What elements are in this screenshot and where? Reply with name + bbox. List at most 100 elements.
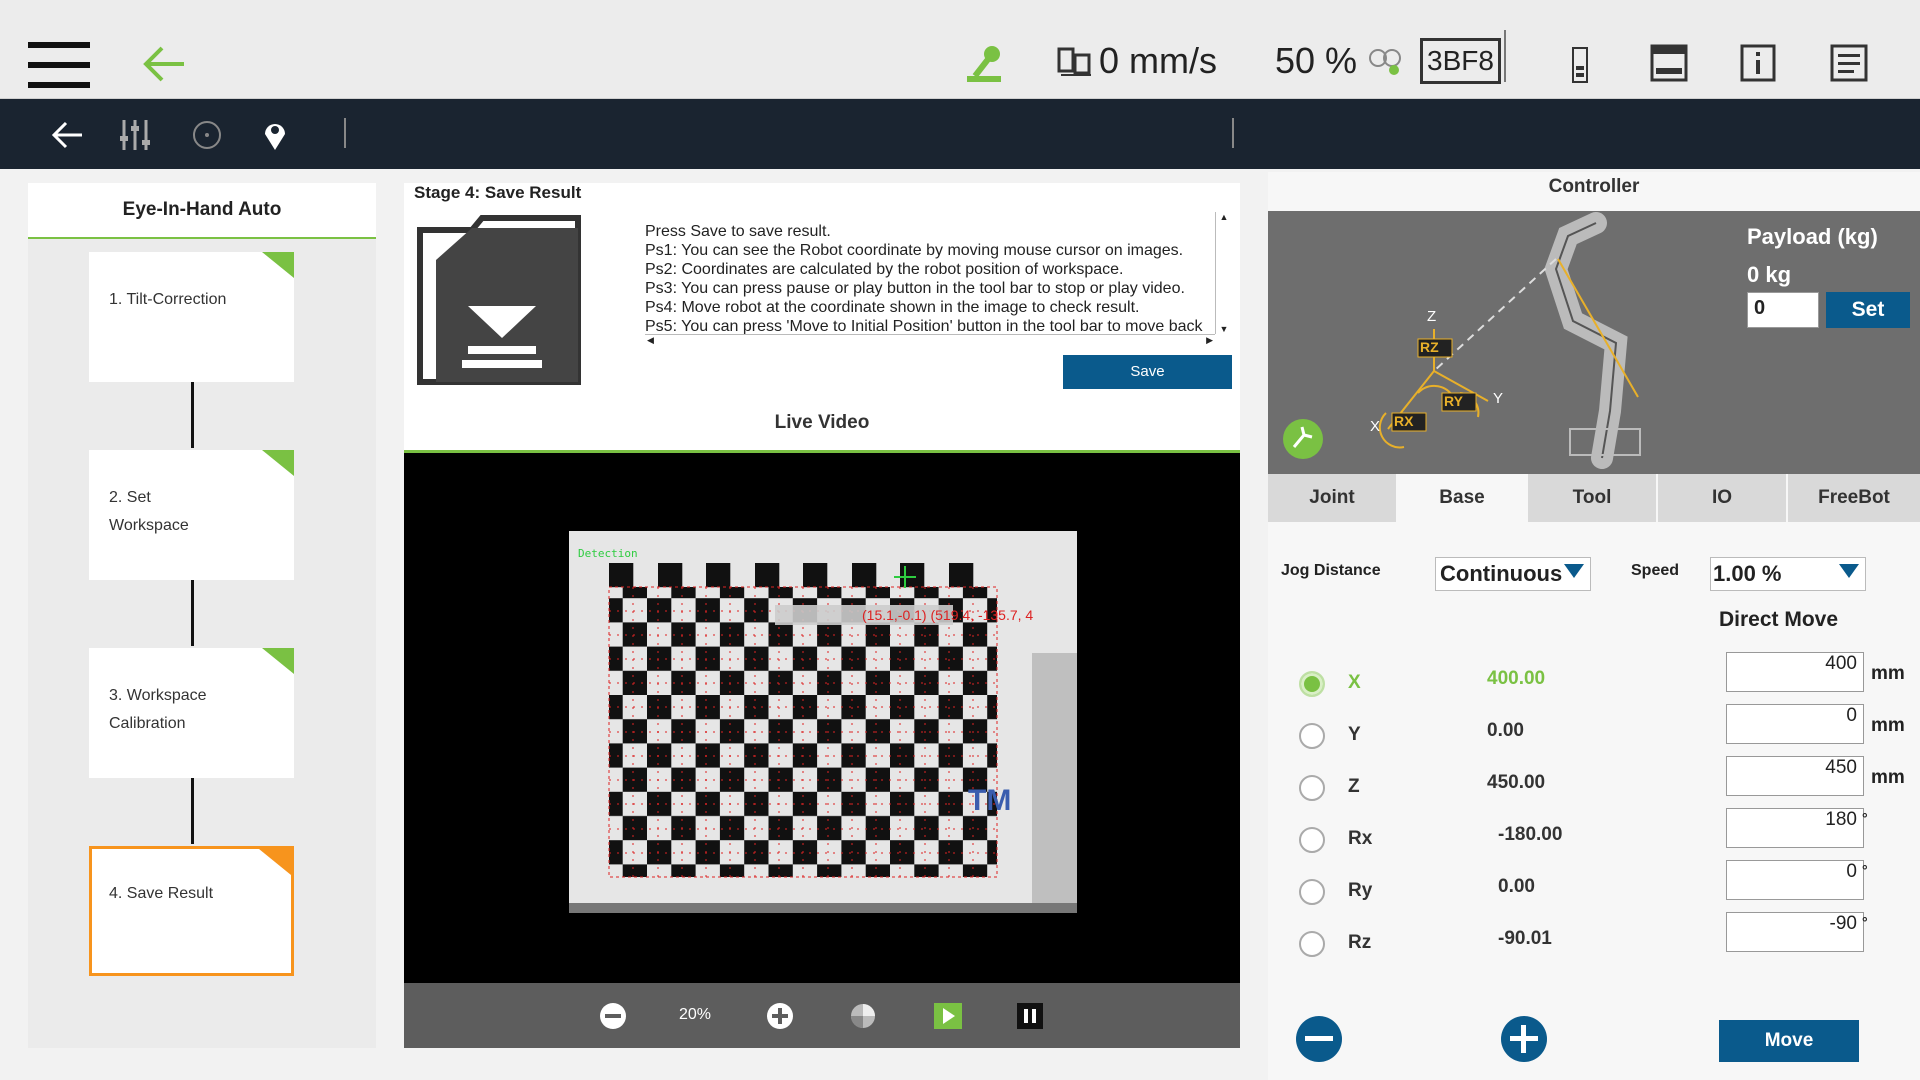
pause-icon[interactable] bbox=[1017, 1003, 1043, 1029]
robot-arm-status-icon[interactable] bbox=[965, 44, 1005, 84]
stage-connector bbox=[191, 580, 194, 646]
axis-radio-x[interactable] bbox=[1299, 671, 1325, 697]
tab-joint[interactable]: Joint bbox=[1268, 474, 1396, 522]
direct-move-input-y[interactable]: 0 bbox=[1726, 704, 1864, 744]
nav-divider bbox=[344, 118, 346, 148]
speed-percent[interactable]: 50 % bbox=[1275, 40, 1357, 82]
top-bar bbox=[0, 0, 1920, 99]
axis-label: Rz bbox=[1348, 932, 1372, 953]
stage-card-label: 1. Tilt-Correction bbox=[109, 291, 227, 308]
unit-label: ° bbox=[1862, 810, 1868, 826]
tab-io[interactable]: IO bbox=[1658, 474, 1786, 522]
dropdown-arrow-icon bbox=[1564, 564, 1584, 578]
info-icon[interactable] bbox=[1740, 44, 1776, 82]
live-video-view[interactable]: TM bbox=[404, 453, 1240, 983]
video-toolbar bbox=[404, 983, 1240, 1048]
instruction-line: Press Save to save result. bbox=[645, 223, 831, 240]
payload-label: Payload (kg) bbox=[1747, 224, 1878, 249]
jog-distance-value: Continuous bbox=[1440, 561, 1563, 586]
axis-label-x: X bbox=[1370, 418, 1381, 435]
instruction-line: Ps1: You can see the Robot coordinate by… bbox=[645, 242, 1184, 259]
stage-card-label: 2. Set Workspace bbox=[109, 489, 189, 534]
direct-move-label: Direct Move bbox=[1719, 608, 1839, 631]
stage-active-marker bbox=[259, 849, 291, 875]
battery-icon[interactable] bbox=[1570, 44, 1590, 84]
jog-distance-dropdown[interactable]: Continuous bbox=[1435, 557, 1591, 591]
axis-value: 400.00 bbox=[1487, 668, 1546, 689]
tab-freebot[interactable]: FreeBot bbox=[1788, 474, 1920, 522]
payload-set-button[interactable]: Set bbox=[1826, 292, 1910, 328]
instructions-vertical-scrollbar[interactable]: ▲ ▼ bbox=[1215, 212, 1232, 334]
jog-minus-icon[interactable] bbox=[1295, 1015, 1343, 1063]
dropdown-arrow-icon bbox=[1839, 564, 1859, 578]
direct-move-input-rz[interactable]: -90 bbox=[1726, 912, 1864, 952]
axis-radio-z[interactable] bbox=[1299, 775, 1325, 801]
calibration-board-image[interactable]: TM bbox=[404, 453, 1240, 983]
save-button[interactable]: Save bbox=[1063, 355, 1232, 389]
axis-radio-y[interactable] bbox=[1299, 723, 1325, 749]
axis-value: -90.01 bbox=[1498, 928, 1552, 949]
stage-complete-marker bbox=[262, 252, 294, 278]
nav-back-icon[interactable] bbox=[48, 116, 86, 154]
unit-label: mm bbox=[1871, 663, 1905, 684]
speed-adjust-icon[interactable] bbox=[1368, 46, 1404, 78]
axis-value: 0.00 bbox=[1487, 720, 1524, 741]
compass-icon[interactable] bbox=[188, 116, 226, 154]
scroll-down-arrow-icon[interactable]: ▼ bbox=[1216, 324, 1232, 334]
zoom-out-icon[interactable] bbox=[599, 1002, 627, 1030]
settings-sliders-icon[interactable] bbox=[116, 116, 154, 154]
zoom-in-icon[interactable] bbox=[766, 1002, 794, 1030]
display-icon[interactable] bbox=[1650, 44, 1688, 82]
instructions-text-box: Press Save to save result. Ps1: You can … bbox=[645, 212, 1230, 352]
stage-card-save-result[interactable]: 4. Save Result bbox=[89, 846, 294, 976]
payload-value: 0 kg bbox=[1747, 262, 1792, 287]
instruction-line: Ps3: You can press pause or play button … bbox=[645, 280, 1185, 297]
stage-card-tilt-correction[interactable]: 1. Tilt-Correction bbox=[89, 252, 294, 382]
axis-radio-rz[interactable] bbox=[1299, 931, 1325, 957]
robot-arm-illustration bbox=[1283, 212, 1641, 469]
axis-radio-ry[interactable] bbox=[1299, 879, 1325, 905]
axis-label: Rx bbox=[1348, 828, 1373, 849]
direct-move-input-x[interactable]: 400 bbox=[1726, 652, 1864, 692]
stage-card-set-workspace[interactable]: 2. Set Workspace bbox=[89, 450, 294, 580]
tm-logo: TM bbox=[968, 784, 1011, 817]
tab-base[interactable]: Base bbox=[1398, 474, 1526, 522]
instructions-horizontal-scrollbar[interactable]: ◀ ▶ bbox=[645, 334, 1215, 351]
jog-plus-icon[interactable] bbox=[1500, 1015, 1548, 1063]
axis-value: -180.00 bbox=[1498, 824, 1563, 845]
scroll-up-arrow-icon[interactable]: ▲ bbox=[1216, 212, 1232, 222]
direct-move-input-ry[interactable]: 0 bbox=[1726, 860, 1864, 900]
play-icon[interactable] bbox=[934, 1003, 962, 1029]
speed-dropdown[interactable]: 1.00 % bbox=[1710, 557, 1866, 591]
save-folder-icon bbox=[412, 210, 586, 390]
axis-radio-rx[interactable] bbox=[1299, 827, 1325, 853]
direct-move-input-z[interactable]: 450 bbox=[1726, 756, 1864, 796]
coordinate-tooltip: (15.1,-0.1) (519.4, -135.7, 4 bbox=[862, 607, 1034, 623]
axis-label: Z bbox=[1348, 776, 1360, 797]
controller-title: Controller bbox=[1548, 176, 1640, 197]
location-pin-icon[interactable] bbox=[256, 116, 294, 154]
axis-label-z: Z bbox=[1427, 308, 1437, 325]
axis-tag-rx: RX bbox=[1394, 413, 1414, 429]
axis-tag-rz: RZ bbox=[1420, 339, 1439, 355]
payload-input[interactable]: 0 bbox=[1747, 292, 1819, 328]
stage-card-workspace-calibration[interactable]: 3. Workspace Calibration bbox=[89, 648, 294, 778]
initial-position-icon[interactable] bbox=[849, 1002, 877, 1030]
scroll-right-arrow-icon[interactable]: ▶ bbox=[1206, 335, 1213, 346]
tab-tool[interactable]: Tool bbox=[1528, 474, 1656, 522]
unit-label: mm bbox=[1871, 715, 1905, 736]
axis-label: X bbox=[1348, 672, 1361, 693]
hamburger-menu-icon[interactable] bbox=[28, 42, 90, 88]
log-icon[interactable] bbox=[1830, 44, 1868, 82]
speed-readout: 0 mm/s bbox=[1099, 40, 1218, 81]
stage-complete-marker bbox=[262, 648, 294, 674]
move-button[interactable]: Move bbox=[1719, 1020, 1859, 1062]
axis-tag-ry: RY bbox=[1444, 393, 1463, 409]
axis-value: 0.00 bbox=[1498, 876, 1535, 897]
back-arrow-icon[interactable] bbox=[142, 44, 186, 84]
direct-move-input-rx[interactable]: 180 bbox=[1726, 808, 1864, 848]
scroll-left-arrow-icon[interactable]: ◀ bbox=[647, 335, 654, 346]
stage-complete-marker bbox=[262, 450, 294, 476]
speed-dropdown-value: 1.00 % bbox=[1713, 561, 1782, 586]
stage-card-label: 3. Workspace Calibration bbox=[109, 687, 207, 732]
